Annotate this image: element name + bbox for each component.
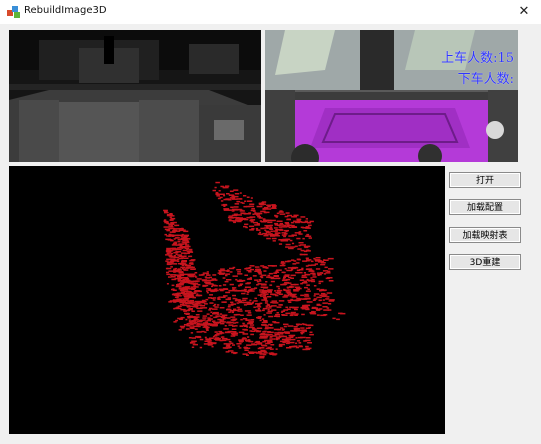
- point-cloud-image: [163, 181, 346, 359]
- color-image-view: 上车人数:15 下车人数:: [265, 30, 518, 162]
- app-icon: [7, 6, 20, 18]
- open-button[interactable]: 打开: [449, 172, 521, 188]
- rebuild-3d-button[interactable]: 3D重建: [449, 254, 521, 270]
- load-mapping-table-button[interactable]: 加载映射表: [449, 227, 521, 243]
- load-config-button[interactable]: 加载配置: [449, 199, 521, 215]
- point-cloud-view: [9, 166, 445, 434]
- alighting-count-text: 下车人数:: [457, 72, 514, 87]
- title-bar: RebuildImage3D ✕: [0, 0, 541, 24]
- depth-map-image: [9, 30, 261, 162]
- window-title: RebuildImage3D: [24, 5, 107, 16]
- boarding-count-text: 上车人数:15: [441, 51, 514, 66]
- close-button[interactable]: ✕: [515, 3, 533, 21]
- depth-image-view: [9, 30, 261, 162]
